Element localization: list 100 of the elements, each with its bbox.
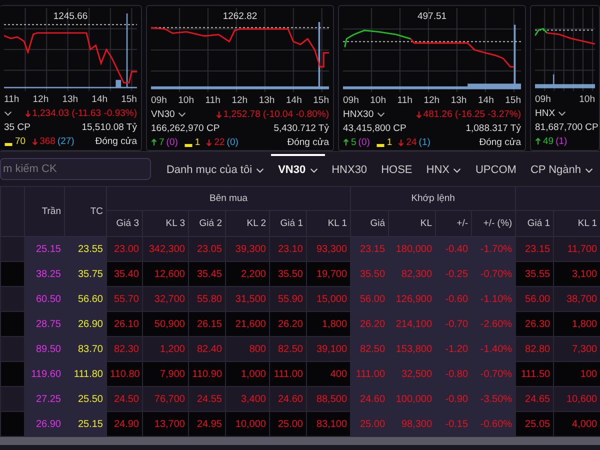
- table-cell: 23.00: [106, 236, 142, 262]
- ceiling-price: 60.50: [24, 286, 64, 312]
- hour-label: 15h: [313, 95, 329, 106]
- chevron-down-icon[interactable]: [310, 168, 318, 172]
- table-cell: 98,300: [388, 412, 436, 436]
- hour-label: 14h: [92, 94, 108, 105]
- index-card[interactable]: 1262.82 09h 10h 11h 12h 13h 14h 15h VN30 1,252.78 (-10.04 -0.80%) 166,262,970 CP 5,430.712 Tỷ 7 (0) 1 22 (0) Đóng cửa: [146, 5, 334, 151]
- market-tab[interactable]: HOSE: [374, 154, 420, 184]
- market-tab[interactable]: VN30: [271, 154, 325, 184]
- arrow-down-icon: [398, 138, 404, 147]
- stock-count: 22: [214, 137, 225, 148]
- table-cell: 26.10: [106, 312, 142, 336]
- arrow-up-icon: [343, 138, 349, 147]
- table-cell: 4,000: [554, 412, 600, 436]
- chevron-down-icon[interactable]: [178, 112, 186, 117]
- table-cell: 82.40: [188, 336, 226, 362]
- hour-label: 11h: [205, 95, 220, 106]
- table-cell: 23.15: [516, 236, 554, 262]
- index-card[interactable]: 497.51 09h 10h 11h 12h 13h 14h 15h HNX30 481.26 (-16.25 -3.27%) 43,415,800 CP 1,088.317 Tỷ 5 (0) 1 24 (1) Đóng cửa: [338, 5, 526, 151]
- chevron-down-icon[interactable]: [585, 168, 593, 172]
- volume-value: 166,262,970 CP: [151, 123, 220, 134]
- table-cell: 35.40: [106, 262, 142, 286]
- chevron-down-icon[interactable]: [453, 168, 462, 172]
- table-cell: -3.50%: [472, 386, 516, 412]
- hour-label: 13h: [62, 94, 78, 105]
- hour-label: 10h: [178, 95, 194, 106]
- chevron-down-icon[interactable]: [558, 111, 566, 116]
- arrow-down-icon: [416, 110, 422, 119]
- chevron-down-icon[interactable]: [376, 112, 385, 117]
- reference-price: 26.90: [64, 312, 106, 336]
- hour-label: 15h: [505, 95, 521, 106]
- table-cell: 25.00: [270, 412, 306, 436]
- volume-value: 35 CP: [4, 122, 30, 133]
- column-header: +/- (%): [472, 210, 516, 236]
- arrow-down-icon: [32, 137, 38, 146]
- market-tab[interactable]: HNX: [419, 154, 468, 184]
- hour-label: 09h: [535, 94, 551, 105]
- table-cell: 126,900: [388, 286, 436, 312]
- market-tab[interactable]: Danh mục của tôi: [159, 154, 272, 184]
- table-cell: 111.50: [516, 362, 554, 386]
- ceiling-price: 89.50: [24, 336, 64, 362]
- ceiling-price: 27.25: [24, 386, 64, 412]
- table-cell: 1,800: [306, 312, 351, 336]
- table-cell: 39,100: [306, 336, 351, 362]
- hour-label: 11h: [397, 95, 412, 106]
- table-cell: -0.60%: [472, 412, 516, 436]
- table-cell: 3,100: [554, 262, 600, 286]
- index-name: HNX: [535, 108, 556, 119]
- table-cell: 11,700: [554, 236, 600, 262]
- column-group-header: Khớp lệnh: [350, 186, 516, 210]
- horizontal-scrollbar[interactable]: [0, 437, 600, 445]
- reference-price: 56.60: [64, 286, 106, 312]
- column-header: Giá 2: [188, 210, 226, 236]
- column-header: Giá: [350, 210, 389, 236]
- market-tab[interactable]: UPCOM: [468, 154, 524, 184]
- table-cell: 180,000: [388, 236, 436, 262]
- search-field[interactable]: m kiếm CK: [0, 158, 152, 180]
- ceiling-price: 28.75: [24, 312, 64, 336]
- hour-label: 13h: [258, 95, 275, 106]
- stock-count: 24: [406, 137, 417, 148]
- market-tab[interactable]: HNX30: [324, 154, 374, 184]
- market-status: Đóng cửa: [287, 137, 329, 148]
- column-header: KL 1: [306, 210, 351, 236]
- limit-count: (1): [418, 137, 430, 148]
- turnover-value: 5,430.712 Tỷ: [274, 123, 329, 134]
- chevron-down-icon[interactable]: [4, 111, 12, 116]
- hour-label: 12h: [424, 95, 440, 106]
- table-cell: 1,800: [554, 312, 600, 336]
- table-cell: 24.65: [516, 386, 554, 412]
- table-cell: 82,300: [388, 262, 436, 286]
- index-card[interactable]: 09h 10h HNX 81,687,700 CP 49 (1): [530, 5, 600, 151]
- turnover-value: 15,510.08 Tỷ: [82, 122, 137, 133]
- table-cell: 83,100: [306, 412, 351, 436]
- table-cell: 55.80: [188, 286, 226, 312]
- table-cell: -0.70%: [472, 262, 516, 286]
- arrow-down-icon: [25, 109, 32, 118]
- table-cell: -0.40: [436, 236, 472, 262]
- table-cell: 76,700: [142, 386, 188, 412]
- chevron-down-icon[interactable]: [256, 168, 264, 172]
- table-cell: 10,600: [554, 386, 600, 412]
- reference-price: 25.15: [64, 412, 106, 436]
- table-cell: 32,700: [142, 286, 188, 312]
- table-cell: 82.50: [350, 336, 389, 362]
- reference-price: 25.50: [64, 386, 106, 412]
- ceiling-price: 38.25: [24, 262, 64, 286]
- table-cell: 24.60: [270, 386, 306, 412]
- table-cell: 153,800: [388, 336, 436, 362]
- table-cell: 1,200: [142, 336, 188, 362]
- volume-value: 43,415,800 CP: [343, 123, 406, 134]
- table-cell: 23.10: [270, 236, 306, 262]
- flat-bar-icon: [4, 142, 13, 146]
- stock-count: 7: [159, 137, 164, 148]
- index-name: VN30: [151, 109, 175, 120]
- table-cell: 3,400: [226, 386, 270, 412]
- reference-price: 83.70: [64, 336, 106, 362]
- column-group-header: Bên mua: [106, 186, 351, 210]
- market-tab[interactable]: CP Ngành: [523, 154, 600, 184]
- volume-value: 81,687,700 CP: [535, 122, 598, 133]
- index-card[interactable]: 1245.66 11h 12h 13h 14h 15h 1,234.03 (-11.63 -0.93%) 35 CP 15,510.08 Tỷ 70 368 (27) Đóng cửa: [0, 5, 142, 151]
- table-cell: 24.95: [188, 412, 226, 436]
